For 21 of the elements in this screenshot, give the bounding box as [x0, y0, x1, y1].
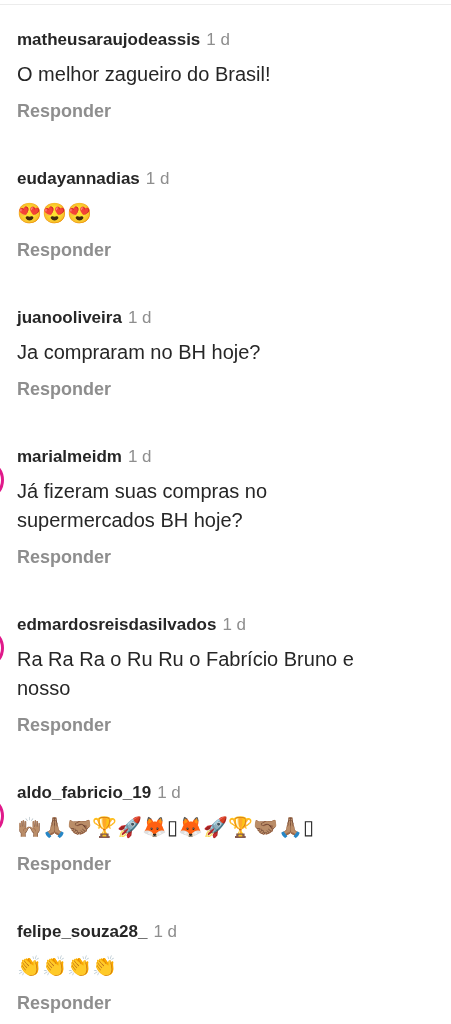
- comment-text: Ra Ra Ra o Ru Ru o Fabrício Bruno e nosso: [17, 647, 355, 701]
- username[interactable]: juanooliveira: [17, 306, 122, 330]
- comment-time: 1 d: [222, 614, 246, 636]
- comment-time: 1 d: [206, 29, 230, 51]
- comment-text: 👏👏👏👏: [17, 954, 118, 979]
- comment-time: 1 d: [157, 782, 181, 804]
- username[interactable]: marialmeidm: [17, 445, 122, 469]
- comment-text: 😍😍😍: [17, 201, 93, 226]
- comment-text: Ja compraram no BH hoje?: [17, 340, 262, 365]
- username[interactable]: eudayannadias: [17, 167, 140, 191]
- username[interactable]: edmardosreisdasilvados: [17, 613, 217, 637]
- username[interactable]: aldo_fabricio_19: [17, 781, 152, 805]
- comment-text: Já fizeram suas compras no supermercados BH hoje?: [17, 479, 269, 533]
- comment-text: O melhor zagueiro do Brasil!: [17, 62, 272, 87]
- username[interactable]: felipe_souza28_: [17, 920, 148, 944]
- comment-time: 1 d: [127, 446, 152, 468]
- comment-time: 1 d: [145, 168, 170, 190]
- comment-time: 1 d: [127, 307, 152, 329]
- comment-text: 🙌🏽🙏🏽🤝🏽🏆🚀🦊▯🦊🚀🏆🤝🏽🙏🏽▯: [17, 815, 315, 840]
- username[interactable]: matheusaraujodeassis: [17, 28, 201, 52]
- comment-time: 1 d: [153, 921, 178, 943]
